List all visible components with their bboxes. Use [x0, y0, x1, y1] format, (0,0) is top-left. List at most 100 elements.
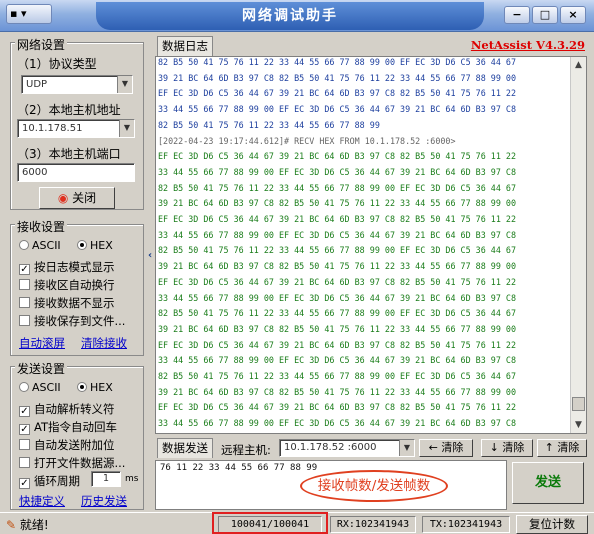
log-mode-label: 按日志模式显示 [34, 260, 115, 274]
log-line: 82 B5 50 41 75 76 11 22 33 44 55 66 77 8… [158, 57, 516, 67]
auto-wrap-checkbox[interactable]: 接收区自动换行 [19, 277, 115, 293]
clear-remote-button[interactable]: ← 清除 [419, 439, 473, 457]
close-connection-button[interactable]: ◉ 关闭 [39, 187, 115, 209]
scroll-up-icon[interactable]: ▲ [571, 57, 586, 73]
log-line: 82 B5 50 41 75 76 11 22 33 44 55 66 77 8… [158, 308, 516, 319]
chevron-down-icon[interactable]: ▼ [399, 440, 414, 456]
send-hex-label: HEX [90, 381, 113, 394]
log-mode-checkbox[interactable]: ✓ 按日志模式显示 [19, 259, 115, 275]
arrow-up-icon: ↑ [544, 441, 554, 454]
log-line: EF EC 3D D6 C5 36 44 67 39 21 BC 64 6D B… [158, 151, 516, 162]
log-line: 33 44 55 66 77 88 99 00 EF EC 3D D6 C5 3… [158, 292, 516, 303]
local-ip-select[interactable]: 10.1.178.51 ▼ [17, 119, 135, 138]
log-line: 82 B5 50 41 75 76 11 22 33 44 55 66 77 8… [158, 182, 516, 193]
status-icon: ✎ [6, 518, 17, 532]
checkmark-icon: ✓ [19, 424, 30, 435]
protocol-select[interactable]: UDP ▼ [21, 75, 133, 94]
local-port-input[interactable]: 6000 [17, 163, 135, 182]
rx-counter: RX:102341943 [330, 516, 416, 533]
close-window-button[interactable]: × [560, 6, 586, 24]
log-line: EF EC 3D D6 C5 36 44 67 39 21 BC 64 6D B… [158, 88, 516, 99]
clear-receive-button-label: 清除 [502, 441, 525, 454]
cycle-checkbox[interactable]: ✓ 循环周期 [19, 473, 80, 489]
checkmark-icon: ✓ [19, 264, 30, 275]
send-hex-radio[interactable]: HEX [77, 381, 113, 394]
status-ready: ✎ 就绪! [6, 516, 49, 533]
brand-link[interactable]: NetAssist V4.3.29 [471, 38, 585, 52]
app-menu-button[interactable]: ▪ ▾ [6, 4, 52, 24]
log-scrollbar[interactable]: ▲ ▼ [570, 57, 586, 433]
append-bit-label: 自动发送附加位 [34, 438, 115, 452]
log-line: 33 44 55 66 77 88 99 00 EF EC 3D D6 C5 3… [158, 166, 516, 177]
minimize-button[interactable]: − [504, 6, 530, 24]
window-title: 网络调试助手 [96, 2, 484, 30]
hide-data-checkbox[interactable]: 接收数据不显示 [19, 295, 115, 311]
clear-remote-label: 清除 [441, 441, 464, 454]
append-bit-checkbox[interactable]: 自动发送附加位 [19, 437, 115, 453]
network-settings-group: 网络设置 （1）协议类型 UDP ▼ （2）本地主机地址 10.1.178.51… [10, 36, 144, 210]
log-line: 33 44 55 66 77 88 99 00 EF EC 3D D6 C5 3… [158, 355, 516, 366]
log-line: 39 21 BC 64 6D B3 97 C8 82 B5 50 41 75 7… [158, 198, 516, 209]
tab-data-send[interactable]: 数据发送 [157, 438, 213, 458]
network-settings-title: 网络设置 [15, 36, 68, 53]
chevron-down-icon[interactable]: ▼ [119, 120, 134, 137]
power-icon: ◉ [57, 191, 69, 205]
checkbox-icon [19, 315, 30, 326]
auto-scroll-link[interactable]: 自动滚屏 [19, 335, 65, 351]
clear-send-button[interactable]: ↑ 清除 [537, 439, 587, 457]
receive-settings-group: 接收设置 ASCII HEX ✓ 按日志模式显示 接收区自动换行 接收数据不显示 … [10, 218, 144, 356]
clear-receive-button[interactable]: ↓ 清除 [481, 439, 533, 457]
remote-host-select[interactable]: 10.1.178.52 :6000 ▼ [279, 439, 415, 457]
scroll-thumb[interactable] [572, 397, 585, 411]
data-log-area[interactable]: 82 B5 50 41 75 76 11 22 33 44 55 66 77 8… [155, 56, 587, 434]
local-port-label: （3）本地主机端口 [17, 147, 121, 161]
chevron-down-icon[interactable]: ▼ [117, 76, 132, 93]
hide-data-label: 接收数据不显示 [34, 296, 115, 310]
send-toolbar: 数据发送 远程主机: 10.1.178.52 :6000 ▼ ← 清除 ↓ 清除… [155, 436, 587, 460]
app-icon: ▪ [10, 7, 18, 20]
receive-settings-title: 接收设置 [15, 218, 68, 235]
receive-ascii-radio[interactable]: ASCII [19, 239, 61, 252]
send-ascii-radio[interactable]: ASCII [19, 381, 61, 394]
escape-parse-checkbox[interactable]: ✓ 自动解析转义符 [19, 401, 115, 417]
log-line: 82 B5 50 41 75 76 11 22 33 44 55 66 77 8… [158, 371, 516, 382]
send-settings-title: 发送设置 [15, 360, 68, 377]
log-line: 39 21 BC 64 6D B3 97 C8 82 B5 50 41 75 7… [158, 323, 516, 334]
shortcut-define-link[interactable]: 快捷定义 [19, 493, 65, 509]
reset-count-button[interactable]: 复位计数 [516, 515, 588, 534]
close-connection-label: 关闭 [72, 191, 97, 205]
log-text: 82 B5 50 41 75 76 11 22 33 44 55 66 77 8… [158, 57, 570, 433]
log-line: 39 21 BC 64 6D B3 97 C8 82 B5 50 41 75 7… [158, 72, 516, 83]
at-return-checkbox[interactable]: ✓ AT指令自动回车 [19, 419, 117, 435]
log-line: EF EC 3D D6 C5 36 44 67 39 21 BC 64 6D B… [158, 402, 516, 413]
scroll-down-icon[interactable]: ▼ [571, 417, 586, 433]
clear-receive-link[interactable]: 清除接收 [81, 335, 127, 351]
receive-hex-radio[interactable]: HEX [77, 239, 113, 252]
receive-ascii-label: ASCII [32, 239, 61, 252]
send-button[interactable]: 发送 [512, 462, 584, 504]
cycle-unit: ms [125, 474, 139, 484]
arrow-down-icon: ↓ [489, 441, 499, 454]
log-line: 82 B5 50 41 75 76 11 22 33 44 55 66 77 8… [158, 245, 516, 256]
cycle-input[interactable]: 1 [91, 471, 121, 487]
collapse-panel-icon[interactable]: ‹ [148, 250, 154, 270]
status-ready-label: 就绪! [19, 518, 49, 532]
clear-send-label: 清除 [557, 441, 580, 454]
maximize-button[interactable]: □ [532, 6, 558, 24]
frame-count-highlight [212, 512, 328, 534]
local-ip-label: （2）本地主机地址 [17, 103, 121, 117]
log-tab-bar: 数据日志 NetAssist V4.3.29 [155, 34, 587, 56]
log-line: [2022-04-23 19:17:44.612]# RECV HEX FROM… [158, 135, 456, 146]
log-line: 82 B5 50 41 75 76 11 22 33 44 55 66 77 8… [158, 432, 570, 433]
history-send-link[interactable]: 历史发送 [81, 493, 127, 509]
save-to-file-checkbox[interactable]: 接收保存到文件... [19, 313, 125, 329]
send-ascii-label: ASCII [32, 381, 61, 394]
file-source-checkbox[interactable]: 打开文件数据源... [19, 455, 125, 471]
remote-host-label: 远程主机: [221, 443, 271, 457]
tab-data-log[interactable]: 数据日志 [157, 36, 213, 56]
arrow-left-icon: ← [428, 441, 438, 454]
log-line: 82 B5 50 41 75 76 11 22 33 44 55 66 77 8… [158, 119, 380, 130]
save-to-file-label: 接收保存到文件... [34, 314, 126, 328]
checkbox-icon [19, 439, 30, 450]
radio-icon [19, 240, 29, 250]
